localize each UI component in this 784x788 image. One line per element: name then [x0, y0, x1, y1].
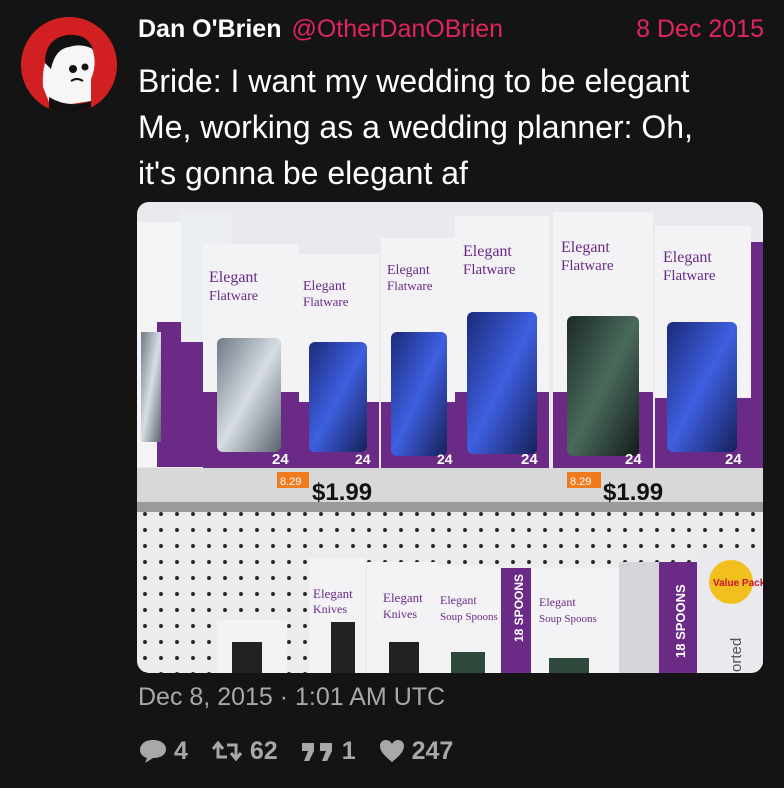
- box-label: Elegant: [539, 595, 576, 609]
- price-tag-orange: 8.29: [570, 476, 591, 488]
- retweet-button[interactable]: 62: [210, 737, 278, 766]
- box-label: Flatware: [209, 289, 258, 304]
- tweet-date[interactable]: 8 Dec 2015: [636, 15, 764, 44]
- box-label: Elegant: [463, 243, 512, 260]
- author-name[interactable]: Dan O'Brien: [138, 15, 281, 44]
- box-count: 24: [355, 451, 371, 467]
- price-tag-orange: 8.29: [280, 476, 301, 488]
- edge-text: orted: [728, 638, 745, 672]
- author-handle[interactable]: @OtherDanOBrien: [291, 15, 503, 44]
- box-count: 24: [625, 451, 642, 468]
- box-label: Elegant: [663, 249, 712, 266]
- tweet-header: Dan O'Brien @OtherDanOBrien 8 Dec 2015: [138, 12, 764, 46]
- box-label: Elegant: [440, 593, 477, 607]
- side-label: 18 SPOONS: [512, 574, 526, 642]
- box-label: Elegant: [387, 263, 430, 278]
- reply-icon: [140, 740, 166, 763]
- price-tag: $1.99: [312, 479, 372, 506]
- retweet-icon: [211, 740, 243, 762]
- quote-button[interactable]: 1: [300, 737, 356, 766]
- top-shelf: Elegant Flatware 24 Elegant Flatware 24 …: [137, 212, 763, 468]
- price-tag: $1.99: [603, 479, 663, 506]
- cartoon-face-icon: [21, 17, 117, 113]
- heart-icon: [379, 740, 404, 762]
- retweet-count: 62: [249, 736, 278, 765]
- value-pack-label: Value Pack: [713, 578, 763, 589]
- box-label: Elegant: [313, 586, 353, 601]
- box-count: 24: [521, 451, 538, 468]
- tweet-timestamp[interactable]: Dec 8, 2015 · 1:01 AM UTC: [138, 683, 445, 712]
- box-label: Elegant: [383, 590, 423, 605]
- tweet-text-line: Me, working as a wedding planner: Oh,: [138, 109, 693, 145]
- box-count: 24: [437, 451, 453, 467]
- box-count: 24: [272, 451, 289, 468]
- box-count: 24: [725, 451, 742, 468]
- quote-icon: [301, 743, 332, 761]
- action-bar: 4 62 1 247: [138, 733, 475, 769]
- box-label: Flatware: [561, 258, 614, 274]
- tweet-text-line: Bride: I want my wedding to be elegant: [138, 63, 690, 99]
- quote-count: 1: [341, 736, 356, 765]
- avatar[interactable]: [21, 17, 117, 113]
- box-label: Elegant: [561, 239, 610, 256]
- shelf-edge: 8.29 $1.99 8.29 $1.99: [137, 468, 763, 512]
- box-label: Soup Spoons: [539, 613, 597, 625]
- box-label: Flatware: [663, 268, 716, 284]
- box-label: Flatware: [463, 262, 516, 278]
- box-label: Flatware: [303, 294, 349, 309]
- reply-count: 4: [174, 736, 188, 765]
- tweet-text: Bride: I want my wedding to be elegant M…: [138, 58, 768, 196]
- tweet-text-line: it's gonna be elegant af: [138, 155, 468, 191]
- box-label: Knives: [313, 602, 347, 616]
- reply-button[interactable]: 4: [138, 737, 188, 766]
- side-label: 18 SPOONS: [673, 584, 688, 658]
- box-label: Elegant: [209, 269, 258, 286]
- store-shelf-photo: Elegant Flatware 24 Elegant Flatware 24 …: [137, 202, 763, 673]
- box-label: Elegant: [303, 279, 346, 294]
- box-label: Knives: [383, 607, 417, 621]
- box-label: Flatware: [387, 278, 433, 293]
- like-button[interactable]: 247: [378, 736, 454, 766]
- like-count: 247: [411, 736, 454, 765]
- box-label: Soup Spoons: [440, 611, 498, 623]
- tweet-photo[interactable]: Elegant Flatware 24 Elegant Flatware 24 …: [137, 202, 763, 673]
